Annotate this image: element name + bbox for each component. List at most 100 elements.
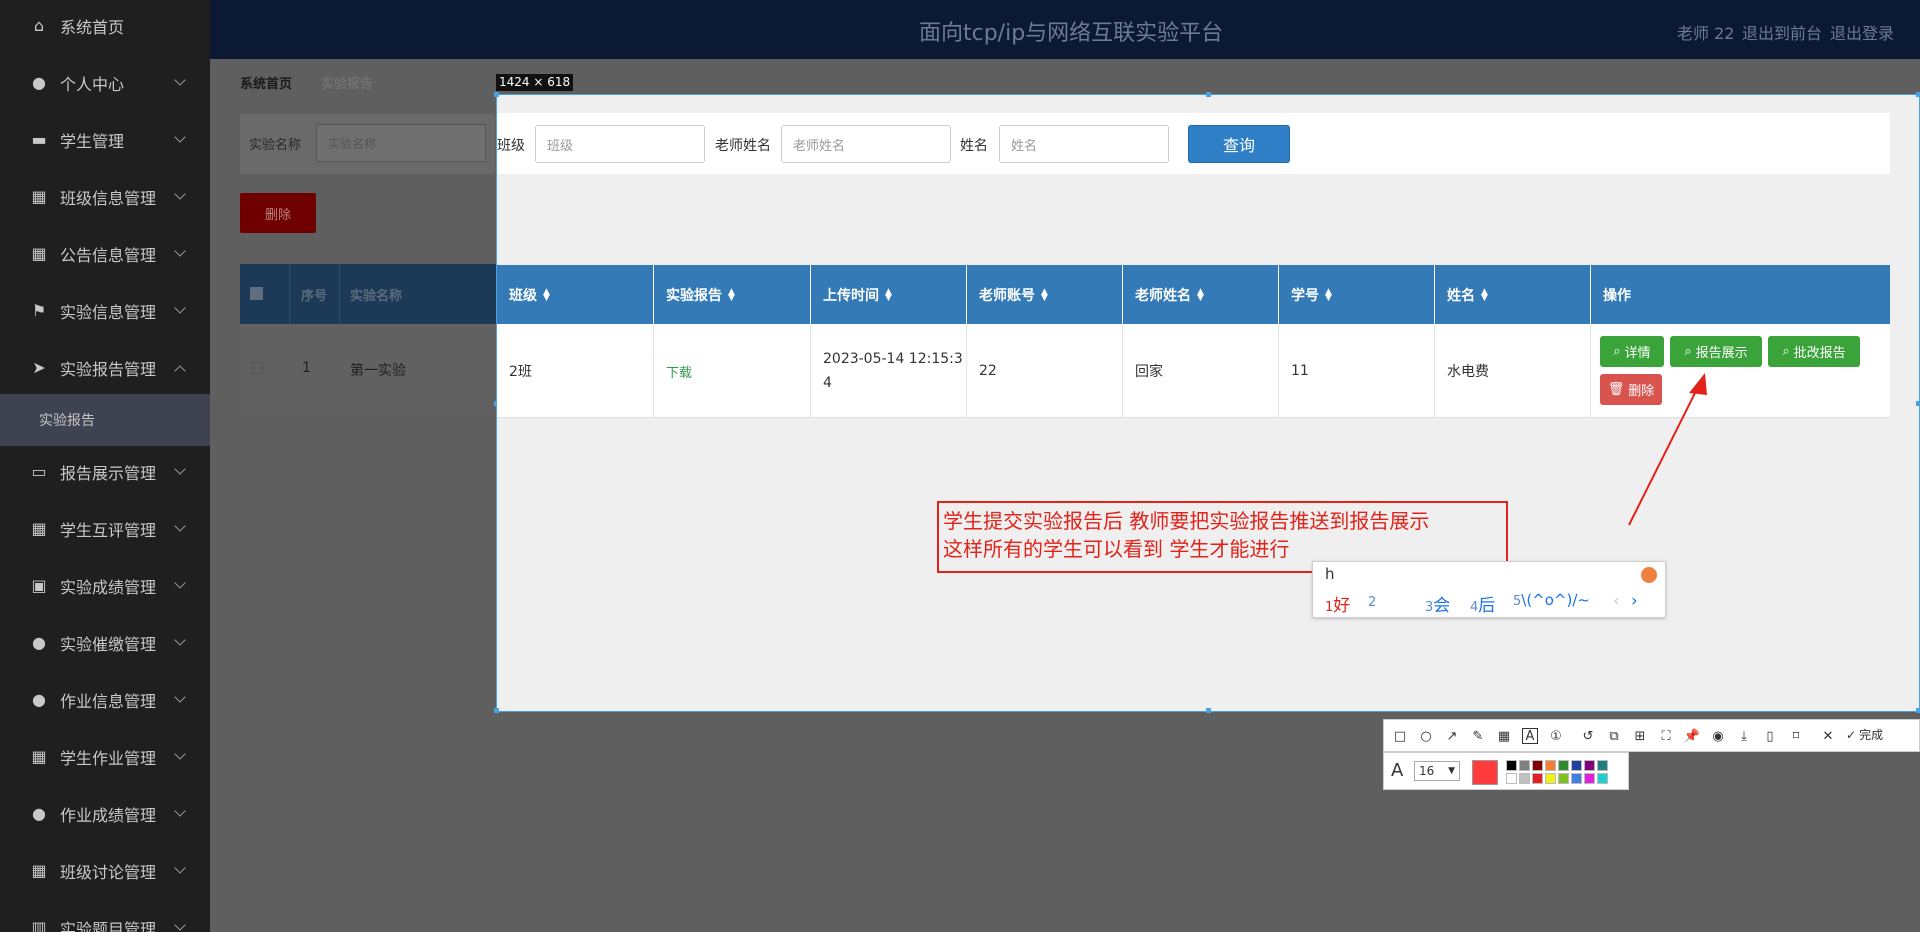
color-swatch[interactable] <box>1597 773 1608 784</box>
color-swatch[interactable] <box>1571 773 1582 784</box>
scroll-capture-icon[interactable]: ⛶ <box>1658 728 1674 744</box>
annotation-line-1: 学生提交实验报告后 教师要把实验报告推送到报告展示 <box>943 509 1430 533</box>
pin-icon[interactable]: 📌 <box>1684 728 1700 744</box>
color-swatch[interactable] <box>1558 760 1569 771</box>
text-icon[interactable]: A <box>1522 728 1538 744</box>
ime-candidate-3[interactable]: 3会 <box>1425 591 1450 616</box>
name-input[interactable]: 姓名 <box>999 125 1169 163</box>
download-link[interactable]: 下载 <box>666 362 692 381</box>
color-swatch[interactable] <box>1532 760 1543 771</box>
sidebar-item[interactable]: ▦ 班级讨论管理 <box>0 842 210 899</box>
number-icon[interactable]: ① <box>1548 728 1564 744</box>
color-swatch[interactable] <box>1558 773 1569 784</box>
ime-candidate-4[interactable]: 4后 <box>1470 591 1495 616</box>
col-upload-time[interactable]: 上传时间 ▲ ▼ <box>811 265 967 324</box>
color-swatch[interactable] <box>1584 773 1595 784</box>
sidebar-item[interactable]: ▦ 学生互评管理 <box>0 500 210 557</box>
annotation-arrow[interactable] <box>1617 365 1717 535</box>
logout-link[interactable]: 退出登录 <box>1830 20 1894 44</box>
pencil-icon[interactable]: ✎ <box>1470 728 1486 744</box>
capture-region[interactable]: 班级 班级 老师姓名 老师姓名 姓名 姓名 查询 班级 ▲ ▼ 实验报告 ▲ ▼ 上传时… <box>494 92 1920 713</box>
resize-handle[interactable] <box>1916 401 1920 406</box>
bulb-icon: ● <box>32 804 46 823</box>
arrow-icon[interactable]: ↗ <box>1444 728 1460 744</box>
chevron-down-icon <box>174 919 186 931</box>
col-report[interactable]: 实验报告 ▲ ▼ <box>654 265 811 324</box>
font-size-select[interactable]: 16 ▼ <box>1414 761 1460 781</box>
sort-icon: ▲ ▼ <box>1325 286 1332 303</box>
sidebar-subitem-report[interactable]: 实验报告 <box>0 394 210 446</box>
sidebar-item[interactable]: ● 作业信息管理 <box>0 671 210 728</box>
class-label: 班级 <box>497 138 525 154</box>
color-swatch[interactable] <box>1597 760 1608 771</box>
batch-delete-button[interactable]: 删除 <box>240 193 316 233</box>
color-swatch[interactable] <box>1532 773 1543 784</box>
sidebar-item[interactable]: ⚑ 实验信息管理 <box>0 282 210 339</box>
ellipse-icon[interactable]: ○ <box>1418 728 1434 744</box>
color-swatch[interactable] <box>1571 760 1582 771</box>
undo-icon[interactable]: ↺ <box>1580 728 1596 744</box>
ime-candidate-2[interactable]: 2 <box>1368 591 1376 611</box>
resize-handle[interactable] <box>494 92 499 97</box>
select-all-checkbox[interactable] <box>250 287 263 300</box>
col-class[interactable]: 班级 ▲ ▼ <box>497 265 654 324</box>
resize-handle[interactable] <box>1206 708 1211 713</box>
color-swatch[interactable] <box>1506 760 1517 771</box>
report-show-button[interactable]: ⌕ 报告展示 <box>1670 336 1762 367</box>
rectangle-icon[interactable]: □ <box>1392 728 1408 744</box>
record-icon[interactable]: ◉ <box>1710 728 1726 744</box>
class-input[interactable]: 班级 <box>535 125 705 163</box>
color-swatch[interactable] <box>1584 760 1595 771</box>
translate-icon[interactable]: ⊞ <box>1632 728 1648 744</box>
color-swatch[interactable] <box>1545 773 1556 784</box>
done-button[interactable]: ✓ 完成 <box>1846 726 1883 743</box>
experiment-name-input[interactable]: 实验名称 <box>316 124 486 162</box>
col-teacher-account[interactable]: 老师账号 ▲ ▼ <box>967 265 1123 324</box>
resize-handle[interactable] <box>1206 92 1211 97</box>
teacher-name-input[interactable]: 老师姓名 <box>781 125 951 163</box>
sidebar-item[interactable]: ▦ 学生作业管理 <box>0 728 210 785</box>
bg-col-name[interactable]: 实验名称 <box>350 285 402 304</box>
sidebar-item[interactable]: ⌂ 系统首页 <box>0 0 210 54</box>
mosaic-icon[interactable]: ▦ <box>1496 728 1512 744</box>
detail-button[interactable]: ⌕ 详情 <box>1600 336 1664 367</box>
close-icon[interactable]: ✕ <box>1820 728 1836 744</box>
ime-prev-icon[interactable]: ‹ <box>1613 591 1620 611</box>
sidebar-item[interactable]: ▦ 公告信息管理 <box>0 225 210 282</box>
query-button[interactable]: 查询 <box>1188 125 1290 163</box>
sidebar-item[interactable]: ▬ 学生管理 <box>0 111 210 168</box>
ime-candidate-5[interactable]: 5\(^o^)/~ <box>1513 591 1590 609</box>
current-color-swatch[interactable] <box>1472 760 1498 785</box>
sidebar-item[interactable]: ▦ 班级信息管理 <box>0 168 210 225</box>
row-checkbox[interactable] <box>251 362 263 374</box>
sidebar-item[interactable]: ➤ 实验报告管理 <box>0 339 210 396</box>
col-student-no[interactable]: 学号 ▲ ▼ <box>1279 265 1435 324</box>
ime-next-icon[interactable]: › <box>1631 591 1638 611</box>
phone-icon[interactable]: ▯ <box>1762 728 1778 744</box>
color-swatch[interactable] <box>1519 760 1530 771</box>
sidebar-item[interactable]: ▭ 报告展示管理 <box>0 443 210 500</box>
sidebar-item[interactable]: ▣ 实验成绩管理 <box>0 557 210 614</box>
color-swatch[interactable] <box>1545 760 1556 771</box>
resize-handle[interactable] <box>1916 708 1920 713</box>
resize-handle[interactable] <box>1916 92 1920 97</box>
color-swatch[interactable] <box>1519 773 1530 784</box>
sidebar-item-label: 实验催缴管理 <box>60 634 157 654</box>
sidebar-item[interactable]: ▥ 实验题目管理 <box>0 899 210 932</box>
download-icon[interactable]: ⤓ <box>1736 728 1752 744</box>
bookmark-icon[interactable]: ⌑ <box>1788 728 1804 744</box>
sidebar-item[interactable]: ● 作业成绩管理 <box>0 785 210 842</box>
ocr-icon[interactable]: ⧉ <box>1606 728 1622 744</box>
col-student-name[interactable]: 姓名 ▲ ▼ <box>1435 265 1591 324</box>
col-teacher-name[interactable]: 老师姓名 ▲ ▼ <box>1123 265 1279 324</box>
exit-front-link[interactable]: 退出到前台 <box>1742 20 1822 44</box>
ime-candidate-1[interactable]: 1好 <box>1325 591 1350 616</box>
color-swatch[interactable] <box>1506 773 1517 784</box>
sidebar-item[interactable]: ● 个人中心 <box>0 54 210 111</box>
sidebar-item[interactable]: ● 实验催缴管理 <box>0 614 210 671</box>
sidebar-item-label: 公告信息管理 <box>60 245 157 265</box>
resize-handle[interactable] <box>494 708 499 713</box>
grade-report-button[interactable]: ⌕ 批改报告 <box>1768 336 1860 367</box>
breadcrumb-home[interactable]: 系统首页 <box>240 73 292 92</box>
annotation-line-2: 这样所有的学生可以看到 学生才能进行 <box>943 537 1290 561</box>
